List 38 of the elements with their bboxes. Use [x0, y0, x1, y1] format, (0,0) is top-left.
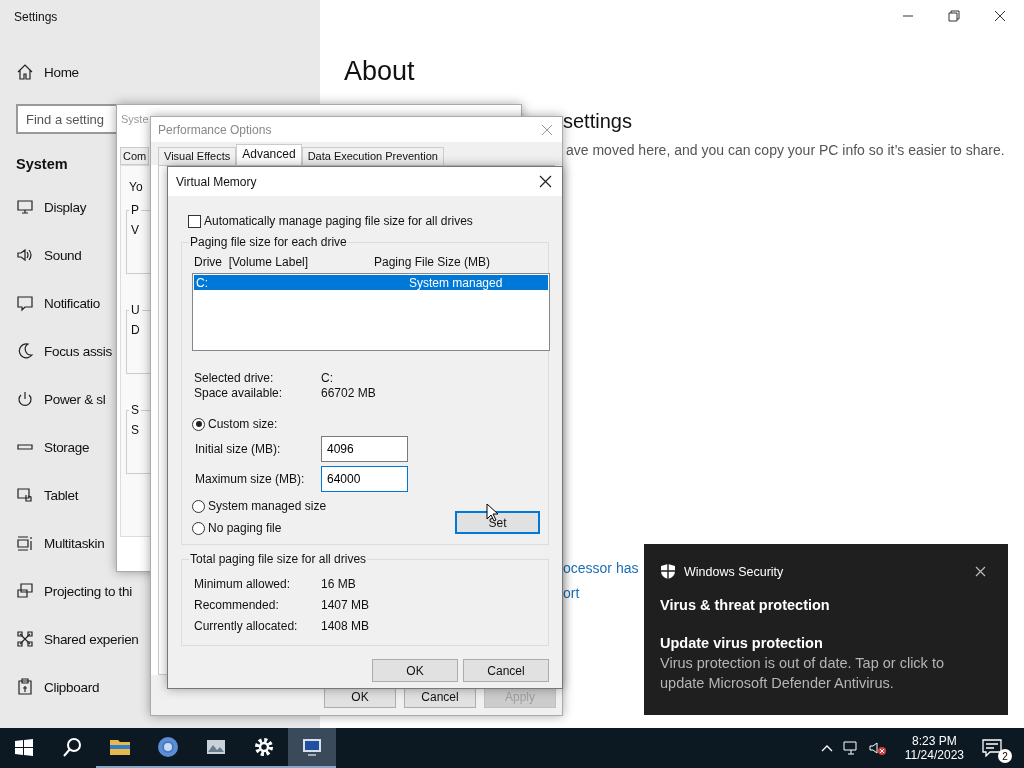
window-title: Virtual Memory	[176, 174, 257, 189]
info-label: Space available:	[194, 386, 284, 400]
group-label: U	[129, 303, 142, 317]
info-label: Minimum allowed:	[194, 577, 292, 591]
info-value: 16 MB	[321, 577, 357, 591]
notification-count: 2	[998, 749, 1012, 763]
info-value: C:	[321, 371, 334, 385]
info-label: Currently allocated:	[194, 619, 299, 633]
notification-heading: Update virus protection	[660, 635, 824, 651]
field-label: Initial size (MB):	[194, 442, 282, 456]
notification-title: Virus & threat protection	[660, 597, 831, 613]
column-header: Drive [Volume Label]	[194, 255, 310, 269]
description-text: ave moved here, and you can copy your PC info so it’s easier to share.	[566, 142, 1005, 158]
text-fragment: Yo	[129, 180, 143, 194]
group-label: Paging file size for each drive	[189, 235, 348, 249]
group-label: S	[129, 403, 141, 417]
text-fragment: V	[131, 223, 139, 237]
text-fragment: D	[131, 323, 140, 337]
column-header: Paging File Size (MB)	[374, 255, 491, 269]
window-title: Performance Options	[158, 122, 272, 137]
drive-size: System managed	[409, 275, 503, 290]
section-title: System	[16, 156, 68, 172]
info-value: 1408 MB	[321, 619, 371, 633]
text-fragment: S	[131, 423, 139, 437]
info-value: 1407 MB	[321, 598, 371, 612]
group-label: Total paging file size for all drives	[189, 552, 368, 566]
info-label: Recommended:	[194, 598, 280, 612]
window-title: Syste	[121, 113, 149, 125]
drive-name: C:	[195, 275, 209, 290]
group-label: P	[129, 203, 141, 217]
page-heading: About	[344, 56, 415, 87]
field-label: Maximum size (MB):	[194, 472, 306, 486]
info-label: Selected drive:	[194, 371, 275, 385]
info-value: 66702 MB	[321, 386, 377, 400]
notification-body: Virus protection is out of date. Tap or click to update Microsoft Defender Antivirus.	[660, 654, 945, 693]
window-title: Settings	[14, 10, 59, 24]
section-heading: settings	[563, 110, 632, 133]
app-name: Windows Security	[684, 564, 785, 579]
